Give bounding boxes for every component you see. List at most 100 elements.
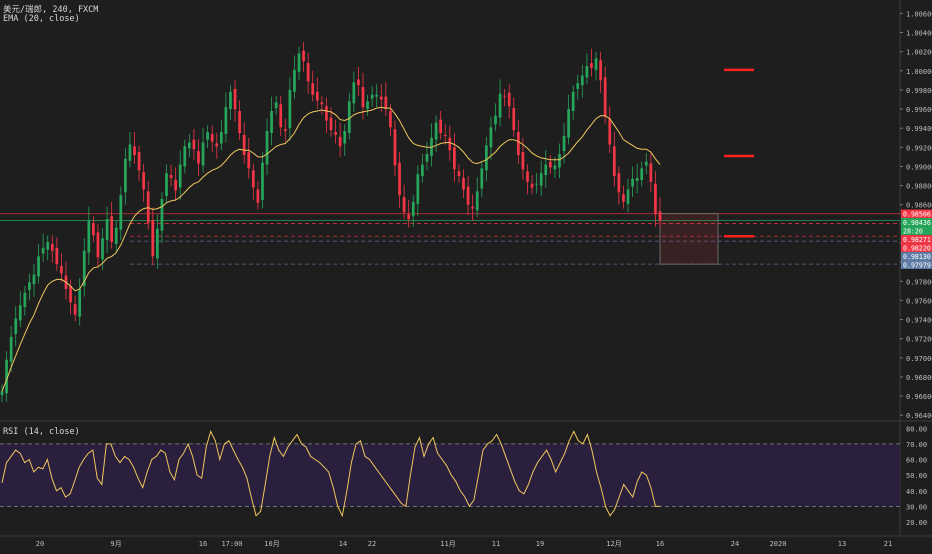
candle-body [69, 286, 72, 303]
chart-svg[interactable]: 1.00600 1.00400 1.00200 1.00000 0.99800 0.996… [0, 0, 932, 550]
candle-body [480, 168, 484, 189]
candle-body [576, 83, 580, 89]
candle-body [402, 197, 406, 213]
candle-body [28, 282, 31, 290]
candle-body [580, 75, 584, 86]
candle-body [142, 172, 146, 190]
price-tick-label: 0.99600 [906, 106, 932, 114]
candle-body [603, 77, 607, 117]
candle-body [73, 304, 77, 315]
price-tag-label: 0.98436 [903, 219, 931, 227]
candle-body [370, 94, 374, 99]
candle-body [274, 102, 278, 109]
candle-body [425, 154, 429, 162]
candle-body [288, 89, 292, 129]
price-tag-label: 0.98130 [903, 253, 931, 261]
price-tick-label: 1.00200 [906, 49, 932, 57]
candle-body [503, 95, 507, 97]
candle-body [251, 170, 255, 188]
candle-body [270, 110, 273, 133]
price-tag-label: 0.98271 [903, 236, 931, 244]
candle-body [0, 391, 4, 396]
candle-body [343, 131, 347, 144]
candle-body [594, 58, 598, 70]
candle-body [393, 129, 397, 166]
candle-body [183, 146, 187, 167]
time-tick-label: 16 [199, 540, 207, 548]
price-tag-label: 0.97979 [903, 261, 931, 269]
candle-body [553, 165, 557, 170]
price-tick-label: 1.00400 [906, 30, 932, 38]
time-tick-label: 10月 [264, 540, 279, 548]
candle-body [160, 198, 164, 231]
candle-body [155, 228, 159, 259]
candle-body [165, 173, 168, 197]
candle-body [60, 265, 63, 274]
price-tick-label: 0.99400 [906, 125, 932, 133]
rsi-tick-label: 50.00 [906, 472, 927, 480]
candle-body [206, 132, 209, 140]
candle-body [261, 162, 264, 200]
candle-body [233, 88, 237, 110]
candle-body [320, 102, 324, 105]
time-tick-label: 16 [656, 540, 664, 548]
candle-body [434, 122, 438, 140]
time-tick-label: 2020 [770, 540, 787, 548]
candle-body [590, 63, 593, 68]
candle-body [626, 189, 630, 204]
candle-body [110, 216, 114, 243]
candle-body [453, 147, 456, 170]
candle-body [366, 101, 369, 110]
candle-body [457, 171, 461, 177]
candle-body [32, 274, 36, 285]
candle-body [489, 127, 493, 148]
candle-body [265, 131, 269, 165]
candle-body [398, 162, 401, 196]
price-tick-label: 0.99000 [906, 163, 932, 171]
candle-body [151, 220, 155, 257]
price-tick-label: 0.96800 [906, 374, 932, 382]
price-tick-label: 0.97400 [906, 317, 932, 325]
candle-body [484, 145, 488, 171]
candle-body [658, 211, 662, 222]
price-tick-label: 1.00000 [906, 68, 932, 76]
candle-body [128, 144, 132, 161]
candle-body [507, 92, 511, 107]
candle-body [283, 129, 287, 132]
candle-body [622, 194, 625, 202]
candle-body [571, 91, 575, 111]
candle-body [50, 243, 54, 251]
candle-body [448, 137, 452, 151]
price-tag-label: 0.98506 [903, 210, 931, 218]
candle-body [421, 164, 424, 177]
candle-body [644, 161, 648, 166]
time-tick-label: 20 [36, 540, 44, 548]
time-tick-label: 11月 [440, 540, 455, 548]
price-tick-label: 1.00600 [906, 10, 932, 18]
candle-body [471, 206, 475, 209]
price-tick-label: 0.99800 [906, 87, 932, 95]
candle-body [334, 132, 337, 135]
candle-body [612, 146, 616, 177]
candle-body [526, 171, 529, 182]
candle-body [215, 143, 219, 147]
candle-body [224, 107, 228, 134]
candle-body [567, 109, 570, 138]
candle-body [361, 87, 365, 108]
rsi-tick-label: 20.00 [906, 519, 927, 527]
candle-body [197, 151, 200, 164]
candle-body [306, 63, 310, 82]
candle-body [640, 168, 644, 180]
candle-body [101, 238, 104, 260]
candle-body [210, 133, 214, 142]
candle-body [439, 119, 443, 133]
candle-body [654, 183, 657, 215]
chart-area[interactable]: 1.00600 1.00400 1.00200 1.00000 0.99800 0.996… [0, 0, 932, 550]
candle-body [389, 110, 392, 128]
candle-body [530, 183, 534, 188]
rsi-legend: RSI (14, close) [3, 427, 80, 437]
candle-body [41, 247, 45, 254]
candle-body [512, 108, 516, 131]
candle-body [352, 82, 356, 104]
ema-legend: EMA (20, close) [3, 14, 80, 24]
